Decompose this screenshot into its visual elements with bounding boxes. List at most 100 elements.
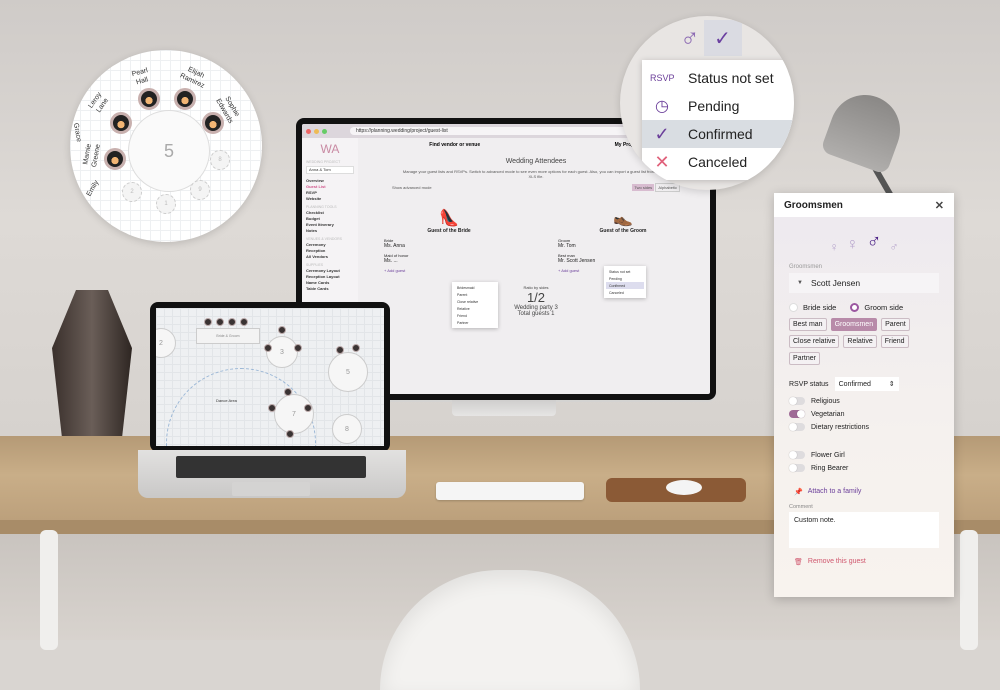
advanced-mode-toggle[interactable]: Show advanced mode <box>392 185 432 190</box>
seat[interactable] <box>294 344 302 352</box>
guest-avatar[interactable] <box>110 112 132 134</box>
role-chip-friend[interactable]: Friend <box>880 335 909 348</box>
sidebar-item-table-cards[interactable]: Table Cards <box>306 286 354 291</box>
guest-avatar[interactable] <box>174 88 196 110</box>
mini-rsvp-item[interactable]: Canceled <box>606 289 644 296</box>
table-2[interactable]: 2 <box>156 328 176 358</box>
empty-seat[interactable]: 2 <box>122 182 142 202</box>
bride-side-radio[interactable]: Bride side <box>789 303 836 312</box>
minimize-window-button[interactable] <box>314 128 319 134</box>
view-two-sides[interactable]: Two sides <box>632 184 655 191</box>
woman-figure-icon[interactable]: ♀ <box>847 236 859 254</box>
role-menu-item[interactable]: Relative <box>454 305 496 312</box>
sidebar-item-overview[interactable]: Overview <box>306 178 354 183</box>
groom-side-radio[interactable]: Groom side <box>850 303 903 312</box>
vendors-caption: VENUES & VENDORS <box>306 237 342 241</box>
man-figure-icon[interactable]: ♂ <box>867 231 882 254</box>
rsvp-option-not-set[interactable]: RSVP Status not set <box>642 64 794 92</box>
remove-label: Remove this guest <box>807 558 866 565</box>
rsvp-option-confirmed[interactable]: ✓ Confirmed <box>642 120 794 148</box>
table-7[interactable]: 7 <box>274 394 314 434</box>
toggle-flower-girl[interactable]: Flower Girl <box>789 451 939 459</box>
toggle-dietary[interactable]: Dietary restrictions <box>789 423 939 431</box>
table-8[interactable]: 8 <box>332 414 362 444</box>
male-figure-icon: ♂ <box>680 22 700 53</box>
table-5[interactable]: 5 <box>328 352 368 392</box>
nav-find-vendor[interactable]: Find vendor or venue <box>429 142 480 148</box>
rsvp-option-pending[interactable]: ◷ Pending <box>642 92 794 120</box>
seat[interactable] <box>228 318 236 326</box>
rsvp-option-canceled[interactable]: ✕ Canceled <box>642 148 794 176</box>
seat[interactable] <box>264 344 272 352</box>
role-chip-groomsmen[interactable]: Groomsmen <box>830 318 878 331</box>
rsvp-option-label: Status not set <box>688 70 774 86</box>
groom-row-name[interactable]: Mr. Scott Jensen <box>558 258 688 264</box>
role-menu-item[interactable]: Bridesmaid <box>454 284 496 291</box>
bride-row-name[interactable]: Ms. ... <box>384 258 514 264</box>
seat[interactable] <box>216 318 224 326</box>
seat[interactable] <box>278 326 286 334</box>
head-table[interactable]: Bride & Groom <box>196 328 260 344</box>
seat[interactable] <box>286 430 294 438</box>
sidebar-item-website[interactable]: Website <box>306 196 354 201</box>
remove-guest-button[interactable]: 🗑 Remove this guest <box>794 558 934 566</box>
mini-rsvp-item[interactable]: Pending <box>606 275 644 282</box>
empty-seat[interactable]: 9 <box>190 180 210 200</box>
sidebar-item-checklist[interactable]: Checklist <box>306 210 354 215</box>
toggle-ring-bearer[interactable]: Ring Bearer <box>789 464 939 472</box>
sidebar-item-guest-list[interactable]: Guest List <box>306 184 354 189</box>
empty-seat[interactable]: 8 <box>210 150 230 170</box>
sidebar-item-reception[interactable]: Reception <box>306 248 354 253</box>
sidebar-item-reception-layout[interactable]: Reception Layout <box>306 274 354 279</box>
sidebar-item-rsvp[interactable]: RSVP <box>306 190 354 195</box>
mini-rsvp-item[interactable]: Confirmed <box>606 282 644 289</box>
seat[interactable] <box>204 318 212 326</box>
toggle-religious[interactable]: Religious <box>789 397 939 405</box>
mini-rsvp-menu: Status not set Pending Confirmed Cancele… <box>604 266 646 298</box>
bride-row-name[interactable]: Ms. Anna <box>384 243 514 249</box>
guest-avatar[interactable] <box>138 88 160 110</box>
seat[interactable] <box>268 404 276 412</box>
sidebar-item-notes[interactable]: Notes <box>306 228 354 233</box>
seat[interactable] <box>336 346 344 354</box>
role-menu-item[interactable]: Close relative <box>454 298 496 305</box>
toggle-vegetarian[interactable]: Vegetarian <box>789 410 939 418</box>
rsvp-status-button[interactable]: ✓ <box>703 20 742 56</box>
role-menu-item[interactable]: Parent <box>454 291 496 298</box>
attach-family-link[interactable]: 📌 Attach to a family <box>794 488 934 496</box>
guest-avatar[interactable] <box>104 148 126 170</box>
comment-textarea[interactable]: Custom note. <box>789 512 939 548</box>
sidebar-item-name-cards[interactable]: Name Cards <box>306 280 354 285</box>
rsvp-status-select[interactable]: Confirmed ⇕ <box>834 377 899 391</box>
close-icon[interactable]: ✕ <box>935 199 944 212</box>
seat[interactable] <box>352 344 360 352</box>
project-select[interactable]: Anna & Tom <box>306 166 354 174</box>
add-bride-guest-button[interactable]: + Add guest <box>384 268 514 273</box>
role-menu-item[interactable]: Friend <box>454 312 496 319</box>
role-chip-best-man[interactable]: Best man <box>789 318 827 331</box>
desk-leg <box>960 530 978 650</box>
groom-row-name[interactable]: Mr. Tom <box>558 243 688 249</box>
seat[interactable] <box>240 318 248 326</box>
bridesmaid-figure-icon[interactable]: ♀ <box>830 240 839 254</box>
maximize-window-button[interactable] <box>322 128 327 134</box>
table-3[interactable]: 3 <box>266 336 298 368</box>
seat[interactable] <box>304 404 312 412</box>
role-menu-item[interactable]: Partner <box>454 319 496 326</box>
mini-rsvp-item[interactable]: Status not set <box>606 268 644 275</box>
boy-figure-icon[interactable]: ♂ <box>890 240 899 254</box>
guest-name-select[interactable]: ▼ Scott Jensen <box>789 273 939 293</box>
sidebar-item-itinerary[interactable]: Event Itinerary <box>306 222 354 227</box>
sidebar-item-ceremony[interactable]: Ceremony <box>306 242 354 247</box>
role-chip-close-relative[interactable]: Close relative <box>789 335 840 348</box>
empty-seat[interactable]: 1 <box>156 194 176 214</box>
sidebar-item-ceremony-layout[interactable]: Ceremony Layout <box>306 268 354 273</box>
close-window-button[interactable] <box>306 128 311 134</box>
role-chip-parent[interactable]: Parent <box>881 318 910 331</box>
seat[interactable] <box>284 388 292 396</box>
role-chip-relative[interactable]: Relative <box>843 335 877 348</box>
sidebar-item-budget[interactable]: Budget <box>306 216 354 221</box>
role-chip-partner[interactable]: Partner <box>789 352 820 365</box>
sidebar-item-all-vendors[interactable]: All Vendors <box>306 254 354 259</box>
dance-area-label: Dance Area <box>216 398 237 403</box>
